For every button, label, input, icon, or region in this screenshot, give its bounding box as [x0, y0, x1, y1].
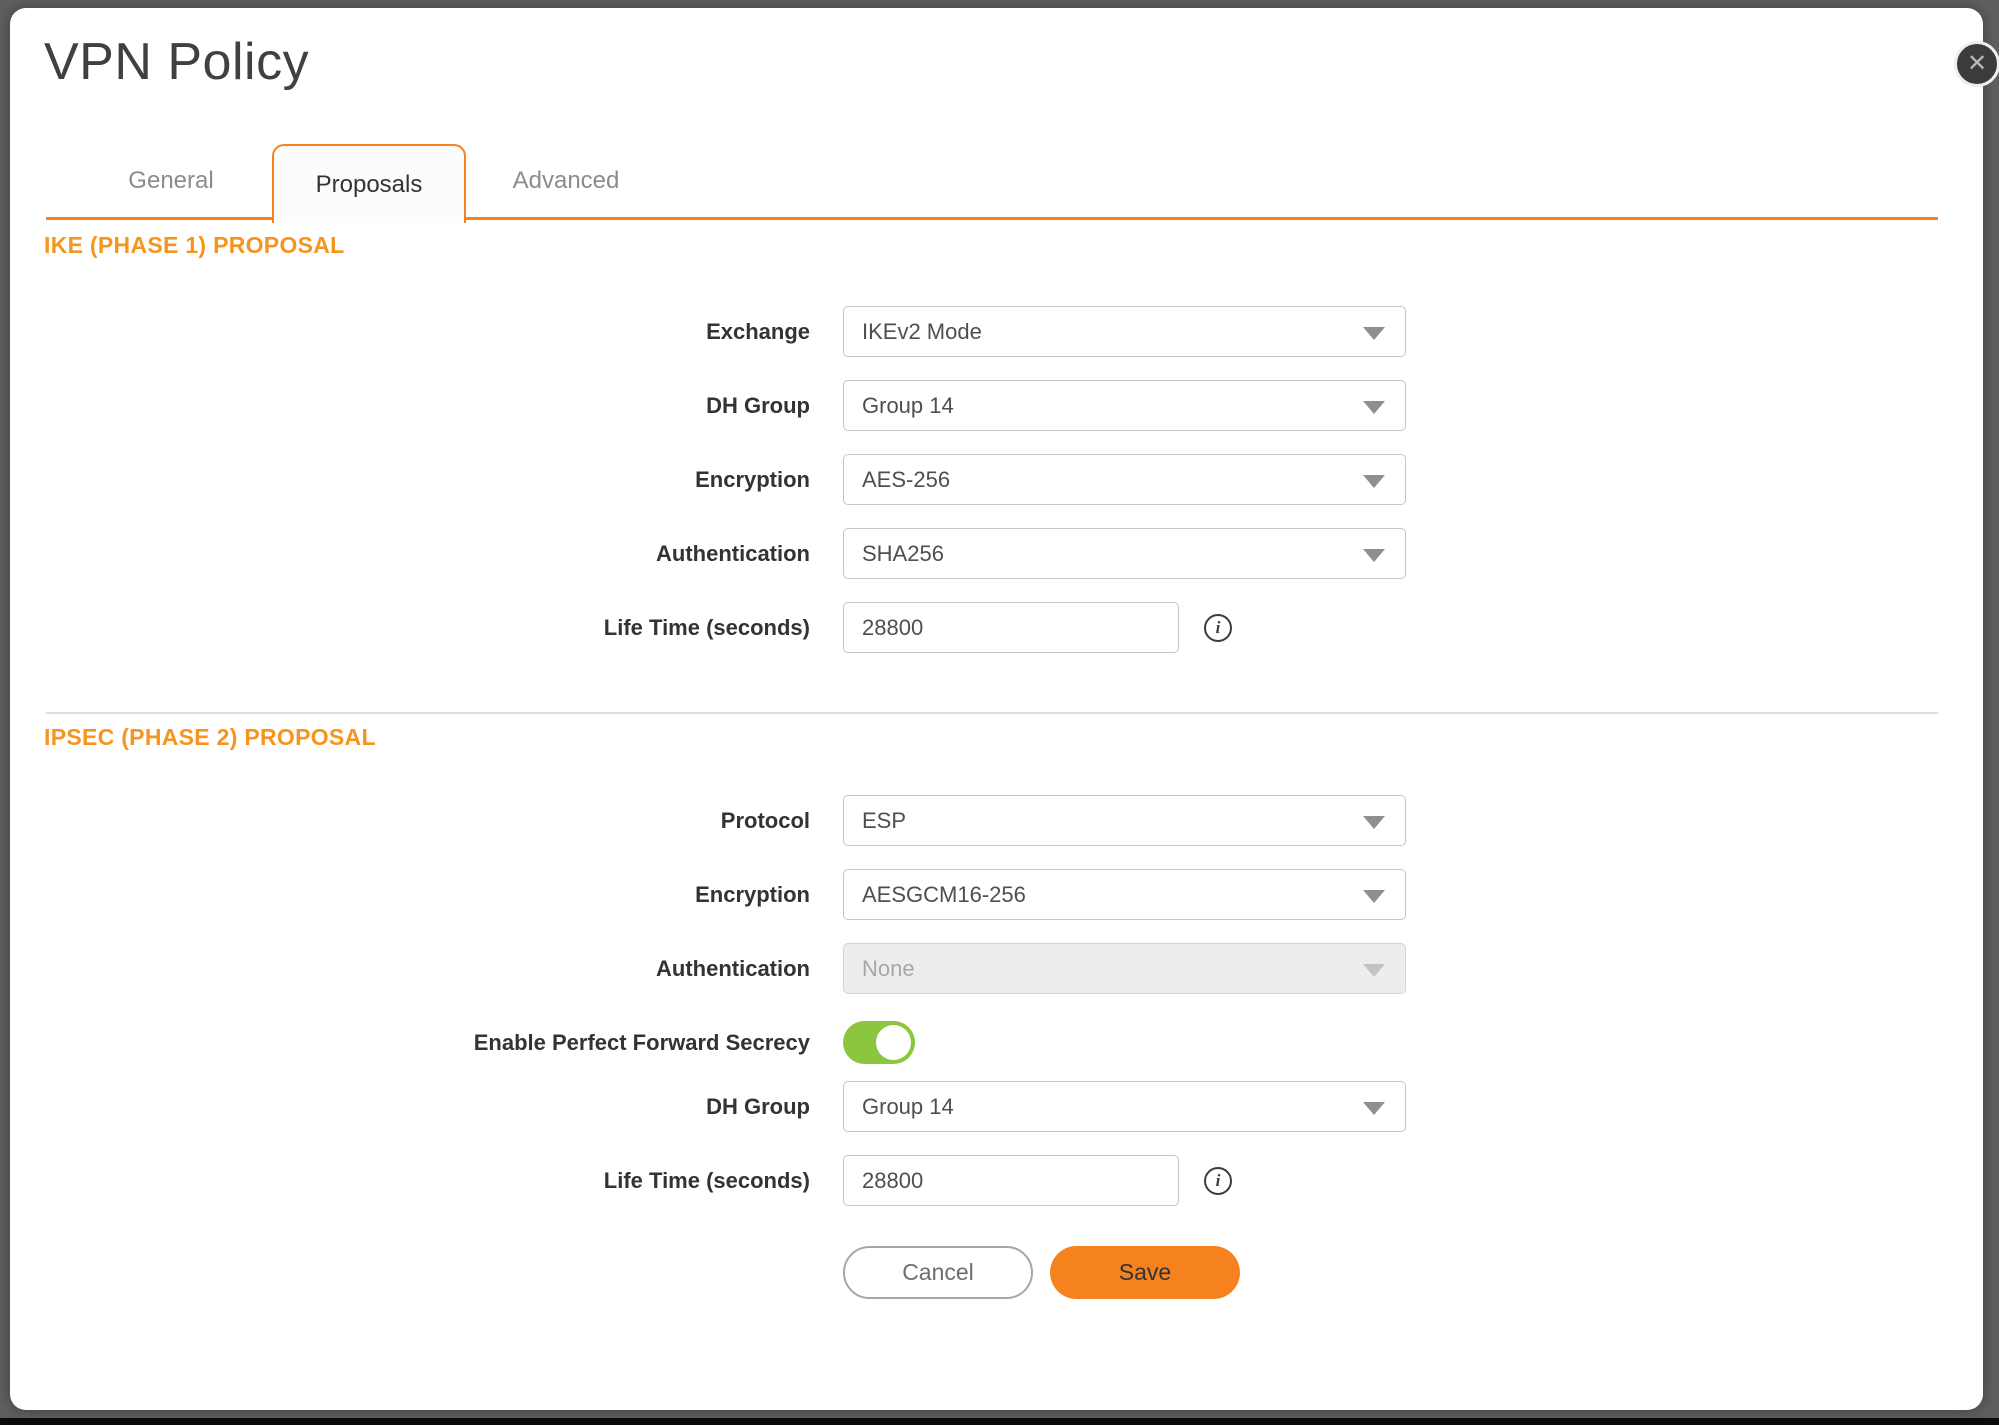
cancel-button-label: Cancel — [902, 1259, 974, 1286]
toggle-knob — [876, 1025, 911, 1060]
ipsec-life-time-input[interactable] — [843, 1155, 1179, 1206]
info-icon[interactable]: i — [1204, 614, 1232, 642]
ipsec-authentication-select-value: None — [862, 956, 915, 981]
tab-bar: General Proposals Advanced — [46, 142, 1938, 220]
ike-life-time-input[interactable] — [843, 602, 1179, 653]
ipsec-dh-group-row: DH Group Group 14 — [10, 1081, 1983, 1132]
dialog-title: VPN Policy — [44, 32, 309, 92]
ike-encryption-select[interactable]: AES-256 — [843, 454, 1406, 505]
save-button[interactable]: Save — [1050, 1246, 1240, 1299]
tab-proposals-label: Proposals — [316, 171, 423, 199]
cancel-button[interactable]: Cancel — [843, 1246, 1033, 1299]
info-icon-glyph: i — [1216, 1171, 1221, 1191]
ipsec-dh-group-select[interactable]: Group 14 — [843, 1081, 1406, 1132]
ipsec-authentication-row: Authentication None — [10, 943, 1983, 994]
ike-phase1-heading: IKE (PHASE 1) PROPOSAL — [44, 232, 345, 259]
info-icon-glyph: i — [1216, 618, 1221, 638]
protocol-label: Protocol — [10, 795, 810, 846]
caret-down-icon — [1363, 816, 1385, 829]
section-divider — [46, 712, 1938, 714]
ipsec-dh-group-select-value: Group 14 — [862, 1094, 954, 1119]
ike-encryption-label: Encryption — [10, 454, 810, 505]
close-button[interactable]: ✕ — [1954, 41, 1999, 87]
ike-dh-group-row: DH Group Group 14 — [10, 380, 1983, 431]
exchange-row: Exchange IKEv2 Mode — [10, 306, 1983, 357]
ipsec-encryption-label: Encryption — [10, 869, 810, 920]
ike-dh-group-select-value: Group 14 — [862, 393, 954, 418]
pfs-row: Enable Perfect Forward Secrecy — [10, 1017, 1983, 1068]
ike-authentication-select[interactable]: SHA256 — [843, 528, 1406, 579]
protocol-select[interactable]: ESP — [843, 795, 1406, 846]
caret-down-icon — [1363, 549, 1385, 562]
caret-down-icon — [1363, 401, 1385, 414]
ike-dh-group-label: DH Group — [10, 380, 810, 431]
caret-down-icon — [1363, 890, 1385, 903]
caret-down-icon — [1363, 964, 1385, 977]
info-icon[interactable]: i — [1204, 1167, 1232, 1195]
ipsec-life-time-row: Life Time (seconds) i — [10, 1155, 1983, 1206]
caret-down-icon — [1363, 327, 1385, 340]
protocol-select-value: ESP — [862, 808, 906, 833]
ike-encryption-row: Encryption AES-256 — [10, 454, 1983, 505]
ipsec-dh-group-label: DH Group — [10, 1081, 810, 1132]
caret-down-icon — [1363, 1102, 1385, 1115]
exchange-select-value: IKEv2 Mode — [862, 319, 982, 344]
ike-life-time-label: Life Time (seconds) — [10, 602, 810, 653]
screen-bottom-edge — [0, 1418, 1999, 1425]
close-icon: ✕ — [1967, 52, 1987, 76]
tab-advanced-label: Advanced — [513, 167, 620, 195]
tab-general-label: General — [128, 167, 213, 195]
vpn-policy-dialog: VPN Policy General Proposals Advanced IK… — [10, 8, 1983, 1410]
exchange-label: Exchange — [10, 306, 810, 357]
exchange-select[interactable]: IKEv2 Mode — [843, 306, 1406, 357]
ipsec-phase2-heading: IPSEC (PHASE 2) PROPOSAL — [44, 724, 376, 751]
pfs-toggle-on[interactable] — [843, 1021, 915, 1064]
ike-encryption-select-value: AES-256 — [862, 467, 950, 492]
ipsec-authentication-select-disabled: None — [843, 943, 1406, 994]
tab-advanced[interactable]: Advanced — [466, 142, 666, 220]
ike-life-time-row: Life Time (seconds) i — [10, 602, 1983, 653]
ike-authentication-row: Authentication SHA256 — [10, 528, 1983, 579]
ike-dh-group-select[interactable]: Group 14 — [843, 380, 1406, 431]
ike-authentication-label: Authentication — [10, 528, 810, 579]
ipsec-encryption-row: Encryption AESGCM16-256 — [10, 869, 1983, 920]
pfs-label: Enable Perfect Forward Secrecy — [10, 1017, 810, 1068]
screen: VPN Policy General Proposals Advanced IK… — [0, 0, 1999, 1425]
tab-general[interactable]: General — [76, 142, 266, 220]
protocol-row: Protocol ESP — [10, 795, 1983, 846]
ipsec-life-time-label: Life Time (seconds) — [10, 1155, 810, 1206]
save-button-label: Save — [1119, 1259, 1171, 1286]
ipsec-encryption-select[interactable]: AESGCM16-256 — [843, 869, 1406, 920]
tab-proposals[interactable]: Proposals — [272, 144, 466, 223]
ipsec-authentication-label: Authentication — [10, 943, 810, 994]
ike-authentication-select-value: SHA256 — [862, 541, 944, 566]
caret-down-icon — [1363, 475, 1385, 488]
ipsec-encryption-select-value: AESGCM16-256 — [862, 882, 1026, 907]
